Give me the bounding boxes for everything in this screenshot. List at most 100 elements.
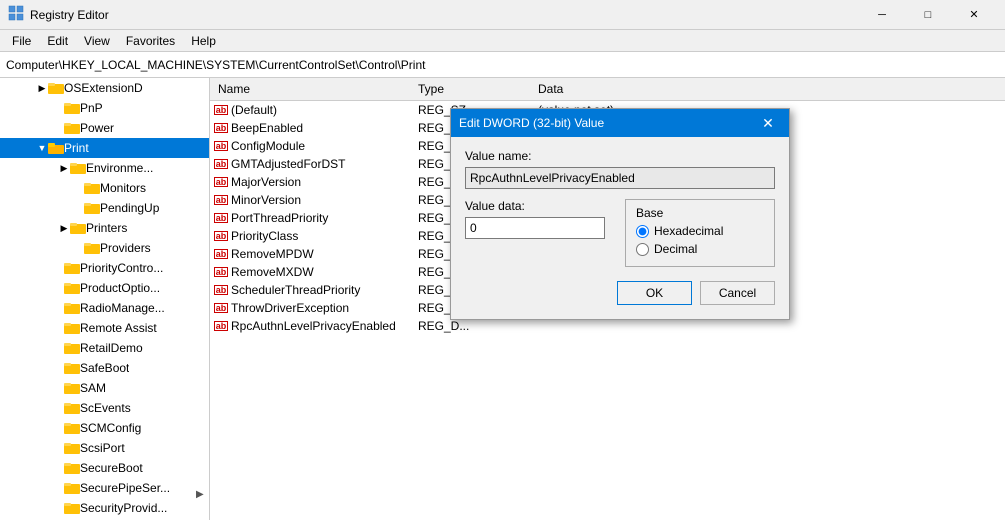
- radio-hexadecimal[interactable]: Hexadecimal: [636, 224, 764, 238]
- tree-item-scmconfig[interactable]: ▶ SCMConfig: [0, 418, 209, 438]
- tree-item-scsiport[interactable]: ▶ ScsiPort: [0, 438, 209, 458]
- tree-item-print[interactable]: ▼ Print: [0, 138, 209, 158]
- tree-item-pnp[interactable]: ▶ PnP: [0, 98, 209, 118]
- address-bar: Computer\HKEY_LOCAL_MACHINE\SYSTEM\Curre…: [0, 52, 1005, 78]
- menu-edit[interactable]: Edit: [39, 32, 76, 50]
- scroll-right-arrow[interactable]: ▶: [196, 489, 204, 500]
- col-header-type: Type: [410, 80, 530, 98]
- folder-icon: [70, 160, 86, 176]
- value-name-input[interactable]: [465, 167, 775, 189]
- tree-item-productoption[interactable]: ▶ ProductOptio...: [0, 278, 209, 298]
- tree-label: Printers: [86, 221, 127, 235]
- folder-icon: [64, 100, 80, 116]
- tree-item-radiomanager[interactable]: ▶ RadioManage...: [0, 298, 209, 318]
- value-type: REG_D...: [410, 318, 530, 334]
- tree-item-osext[interactable]: ▶ OSExtensionD: [0, 78, 209, 98]
- folder-icon: [64, 500, 80, 516]
- menu-file[interactable]: File: [4, 32, 39, 50]
- ok-button[interactable]: OK: [617, 281, 692, 305]
- values-header: Name Type Data: [210, 78, 1005, 101]
- tree-item-monitors[interactable]: ▶ Monitors: [0, 178, 209, 198]
- tree-item-securityprovider[interactable]: ▶ SecurityProvid...: [0, 498, 209, 518]
- tree-label: SAM: [80, 381, 106, 395]
- arrow-icon: ▶: [58, 162, 70, 174]
- value-name: ab BeepEnabled: [210, 120, 410, 136]
- tree-label: ProductOptio...: [80, 281, 160, 295]
- value-name: ab RemoveMXDW: [210, 264, 410, 280]
- radio-hexadecimal-label: Hexadecimal: [654, 224, 723, 238]
- tree-label: PendingUp: [100, 201, 159, 215]
- reg-value-icon: ab: [214, 195, 228, 205]
- tree-item-securepipe[interactable]: ▶ SecurePipeSer...: [0, 478, 209, 498]
- tree-item-secureboot[interactable]: ▶ SecureBoot: [0, 458, 209, 478]
- tree-item-safeboot[interactable]: ▶ SafeBoot: [0, 358, 209, 378]
- value-name: ab ConfigModule: [210, 138, 410, 154]
- folder-icon: [70, 220, 86, 236]
- dialog-buttons: OK Cancel: [465, 281, 775, 307]
- value-name: ab ThrowDriverException: [210, 300, 410, 316]
- close-button[interactable]: ✕: [951, 0, 997, 30]
- dialog-body: Value name: Value data: Base Hexadecimal…: [451, 137, 789, 319]
- value-name-text: ThrowDriverException: [231, 301, 349, 315]
- col-header-data: Data: [530, 80, 1005, 98]
- reg-value-icon: ab: [214, 231, 228, 241]
- tree-item-sam[interactable]: ▶ SAM: [0, 378, 209, 398]
- value-name: ab SchedulerThreadPriority: [210, 282, 410, 298]
- value-name-text: GMTAdjustedForDST: [231, 157, 345, 171]
- maximize-button[interactable]: □: [905, 0, 951, 30]
- value-name-text: MajorVersion: [231, 175, 301, 189]
- value-name-text: PortThreadPriority: [231, 211, 328, 225]
- radio-decimal[interactable]: Decimal: [636, 242, 764, 256]
- tree-item-power[interactable]: ▶ Power: [0, 118, 209, 138]
- folder-icon: [84, 240, 100, 256]
- value-name-text: MinorVersion: [231, 193, 301, 207]
- value-name-text: SchedulerThreadPriority: [231, 283, 360, 297]
- tree-label: SecurePipeSer...: [80, 481, 170, 495]
- tree-item-pendingup[interactable]: ▶ PendingUp: [0, 198, 209, 218]
- value-name: ab GMTAdjustedForDST: [210, 156, 410, 172]
- tree-item-retaildemo[interactable]: ▶ RetailDemo: [0, 338, 209, 358]
- reg-value-icon: ab: [214, 213, 228, 223]
- minimize-button[interactable]: ─: [859, 0, 905, 30]
- dialog-title: Edit DWORD (32-bit) Value: [459, 116, 755, 130]
- menu-help[interactable]: Help: [183, 32, 224, 50]
- value-name: ab RemoveMPDW: [210, 246, 410, 262]
- value-data-input[interactable]: [465, 217, 605, 239]
- folder-icon: [64, 320, 80, 336]
- radio-decimal-input[interactable]: [636, 243, 649, 256]
- radio-hexadecimal-input[interactable]: [636, 225, 649, 238]
- tree-item-printers[interactable]: ▶ Printers: [0, 218, 209, 238]
- folder-icon: [64, 260, 80, 276]
- value-name-text: BeepEnabled: [231, 121, 303, 135]
- cancel-button[interactable]: Cancel: [700, 281, 775, 305]
- tree-label: PriorityContro...: [80, 261, 163, 275]
- tree-label: Monitors: [100, 181, 146, 195]
- base-label: Base: [636, 206, 764, 220]
- tree-item-scevents[interactable]: ▶ ScEvents: [0, 398, 209, 418]
- reg-value-icon: ab: [214, 321, 228, 331]
- tree-label: RetailDemo: [80, 341, 143, 355]
- menu-view[interactable]: View: [76, 32, 118, 50]
- tree-item-remote-assist[interactable]: ▶ Remote Assist: [0, 318, 209, 338]
- folder-icon: [64, 400, 80, 416]
- folder-icon: [48, 80, 64, 96]
- tree-label: ScEvents: [80, 401, 131, 415]
- reg-value-icon: ab: [214, 177, 228, 187]
- value-name: ab PriorityClass: [210, 228, 410, 244]
- dialog-close-button[interactable]: ✕: [755, 113, 781, 133]
- value-name-text: RemoveMPDW: [231, 247, 314, 261]
- tree-label: SCMConfig: [80, 421, 141, 435]
- base-group: Base Hexadecimal Decimal: [625, 199, 775, 267]
- tree-item-prioritycontrol[interactable]: ▶ PriorityContro...: [0, 258, 209, 278]
- menu-favorites[interactable]: Favorites: [118, 32, 183, 50]
- tree-label: Providers: [100, 241, 151, 255]
- dialog-title-bar: Edit DWORD (32-bit) Value ✕: [451, 109, 789, 137]
- folder-icon: [64, 280, 80, 296]
- arrow-icon: ▼: [36, 142, 48, 154]
- tree-panel: ▶ OSExtensionD ▶ PnP ▶ Power ▼ Print ▶ E…: [0, 78, 210, 520]
- value-name-text: RpcAuthnLevelPrivacyEnabled: [231, 319, 396, 333]
- tree-item-providers[interactable]: ▶ Providers: [0, 238, 209, 258]
- value-name-text: RemoveMXDW: [231, 265, 314, 279]
- tree-item-environment[interactable]: ▶ Environme...: [0, 158, 209, 178]
- folder-icon: [64, 380, 80, 396]
